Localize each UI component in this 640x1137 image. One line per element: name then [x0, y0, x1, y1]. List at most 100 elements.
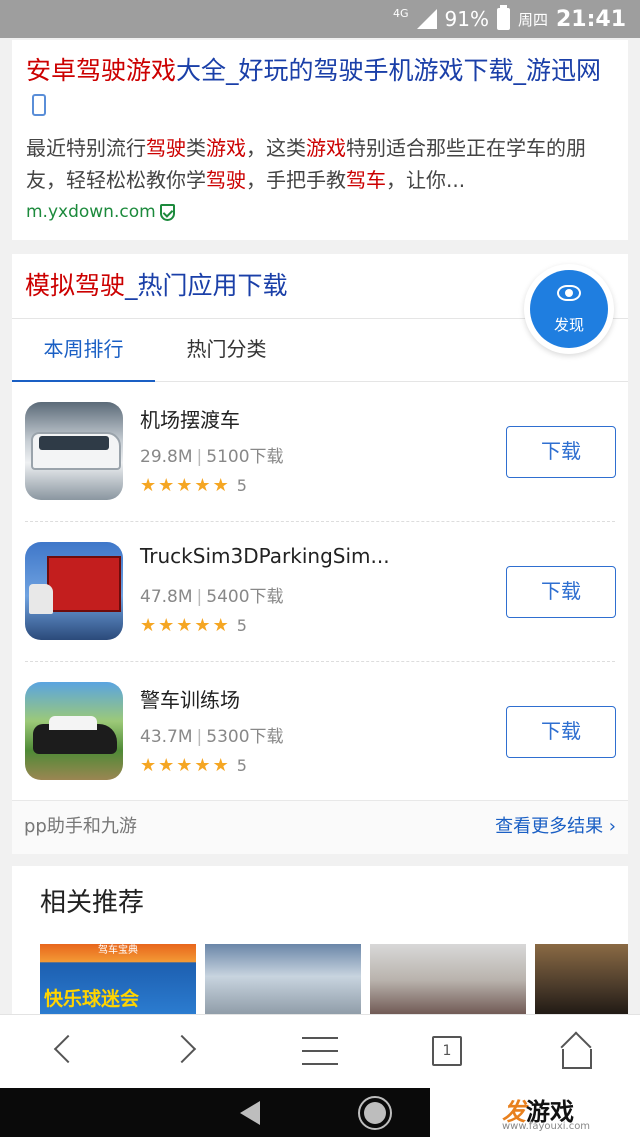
app-item[interactable]: TruckSim3DParkingSim... 47.8M | 5400下载 ★ ★ ★…: [12, 522, 628, 662]
app-size: 47.8M: [140, 587, 193, 607]
app-meta: 47.8M | 5400下载: [140, 587, 284, 607]
truck-app-icon[interactable]: [25, 542, 123, 640]
browser-toolbar: 1: [0, 1014, 640, 1088]
app-downloads: 5400下载: [206, 587, 284, 607]
status-day: 周四: [517, 10, 548, 29]
related-card: 相关推荐 驾车宝典 快乐球迷会: [12, 866, 628, 1016]
download-button[interactable]: 下载: [506, 426, 616, 478]
verified-shield-icon: [159, 203, 175, 221]
rating-score: 5: [236, 616, 247, 635]
star-icon: ★: [212, 474, 229, 496]
app-size: 43.7M: [140, 727, 193, 747]
desc-text: ，手把手教: [246, 168, 346, 192]
app-size: 29.8M: [140, 447, 193, 467]
app-result-footer: pp助手和九游 查看更多结果 ›: [12, 800, 628, 854]
menu-button[interactable]: [280, 1015, 360, 1089]
desc-text: 最近特别流行: [26, 136, 146, 160]
star-icon: ★: [158, 614, 175, 636]
star-icon: ★: [212, 614, 229, 636]
star-icon: ★: [140, 474, 157, 496]
star-icon: ★: [194, 754, 211, 776]
thumb-caption: 驾车宝典: [98, 945, 138, 956]
back-button[interactable]: [22, 1015, 102, 1089]
related-title: 相关推荐: [40, 888, 145, 918]
download-button[interactable]: 下载: [506, 566, 616, 618]
app-result-title[interactable]: 模拟驾驶_热门应用下载: [25, 268, 288, 304]
star-icon: ★: [140, 614, 157, 636]
bus-app-icon[interactable]: [25, 402, 123, 500]
rating-score: 5: [236, 476, 247, 495]
desc-text: ，这类: [246, 136, 306, 160]
related-thumb[interactable]: [205, 944, 361, 1016]
related-thumb[interactable]: [370, 944, 526, 1016]
search-result-card[interactable]: 安卓驾驶游戏大全_好玩的驾驶手机游戏下载_游迅网 最近特别流行驾驶类游戏，这类游…: [12, 40, 628, 240]
home-icon: [558, 1035, 592, 1069]
tabs-button[interactable]: 1: [408, 1015, 488, 1089]
chevron-right-icon: [167, 1034, 197, 1064]
discover-button-inner[interactable]: 发现: [530, 270, 608, 348]
app-item[interactable]: 警车训练场 43.7M | 5300下载 ★ ★ ★ ★ ★ 5 下载: [12, 662, 628, 802]
desc-text: 类: [186, 136, 206, 160]
tab-weekly-ranking[interactable]: 本周排行: [12, 319, 155, 382]
desc-highlight: 驾车: [346, 168, 386, 192]
eye-icon: [557, 285, 581, 301]
app-meta: 29.8M | 5100下载: [140, 447, 284, 467]
star-icon: ★: [176, 614, 193, 636]
related-thumb[interactable]: 驾车宝典 快乐球迷会: [40, 944, 196, 1016]
star-icon: ★: [176, 474, 193, 496]
app-downloads: 5100下载: [206, 447, 284, 467]
forward-button[interactable]: [150, 1015, 230, 1089]
system-nav-bar: 发游戏 www.fayouxi.com: [0, 1088, 640, 1137]
desc-highlight: 游戏: [306, 136, 346, 160]
star-icon: ★: [212, 754, 229, 776]
app-name[interactable]: 警车训练场: [140, 684, 240, 713]
app-result-card: 模拟驾驶_热门应用下载 本周排行 热门分类 机场摆渡车 29.8M | 5100下载…: [12, 254, 628, 854]
star-icon: ★: [158, 474, 175, 496]
star-icon: ★: [158, 754, 175, 776]
app-meta: 43.7M | 5300下载: [140, 727, 284, 747]
discover-label: 发现: [553, 316, 584, 334]
result-description: 最近特别流行驾驶类游戏，这类游戏特别适合那些正在学车的朋友，轻轻松松教你学驾驶，…: [26, 132, 614, 196]
star-icon: ★: [194, 614, 211, 636]
app-name[interactable]: 机场摆渡车: [140, 404, 240, 433]
rating-stars: ★ ★ ★ ★ ★ 5: [140, 616, 247, 635]
result-url-text: m.yxdown.com: [26, 202, 156, 222]
see-more-link[interactable]: 查看更多结果 ›: [495, 801, 616, 853]
signal-icon: [416, 9, 437, 29]
thumb-title: 快乐球迷会: [44, 988, 140, 1010]
app-name[interactable]: TruckSim3DParkingSim...: [140, 544, 390, 568]
source-label: pp助手和九游: [24, 816, 137, 837]
desc-highlight: 驾驶: [206, 168, 246, 192]
rating-stars: ★ ★ ★ ★ ★ 5: [140, 756, 247, 775]
star-icon: ★: [194, 474, 211, 496]
nav-back-icon[interactable]: [240, 1101, 260, 1125]
rating-stars: ★ ★ ★ ★ ★ 5: [140, 476, 247, 495]
star-icon: ★: [140, 754, 157, 776]
result-title[interactable]: 安卓驾驶游戏大全_好玩的驾驶手机游戏下载_游迅网: [26, 54, 614, 122]
tab-hot-categories[interactable]: 热门分类: [155, 319, 298, 382]
nav-home-icon[interactable]: [358, 1096, 392, 1130]
app-result-title-rest: _热门应用下载: [125, 271, 288, 300]
app-downloads: 5300下载: [206, 727, 284, 747]
watermark-url: www.fayouxi.com: [502, 1121, 591, 1132]
desc-highlight: 驾驶: [146, 136, 186, 160]
app-item[interactable]: 机场摆渡车 29.8M | 5100下载 ★ ★ ★ ★ ★ 5 下载: [12, 382, 628, 522]
related-thumb[interactable]: [535, 944, 628, 1016]
battery-percent: 91%: [444, 7, 489, 31]
mobile-icon: [32, 94, 46, 116]
desc-highlight: 游戏: [206, 136, 246, 160]
status-time: 21:41: [555, 6, 626, 32]
result-url[interactable]: m.yxdown.com: [26, 202, 614, 222]
download-button[interactable]: 下载: [506, 706, 616, 758]
rating-score: 5: [236, 756, 247, 775]
chevron-left-icon: [53, 1034, 83, 1064]
home-button[interactable]: [536, 1015, 616, 1089]
police-car-app-icon[interactable]: [25, 682, 123, 780]
network-type: 4G: [392, 6, 409, 20]
watermark: 发游戏 www.fayouxi.com: [430, 1088, 640, 1137]
menu-icon: [302, 1037, 338, 1065]
desc-text: ，让你...: [386, 168, 466, 192]
tab-count: 1: [432, 1036, 462, 1066]
result-title-rest: 大全_好玩的驾驶手机游戏下载_游迅网: [176, 56, 602, 85]
discover-button[interactable]: 发现: [524, 264, 614, 354]
